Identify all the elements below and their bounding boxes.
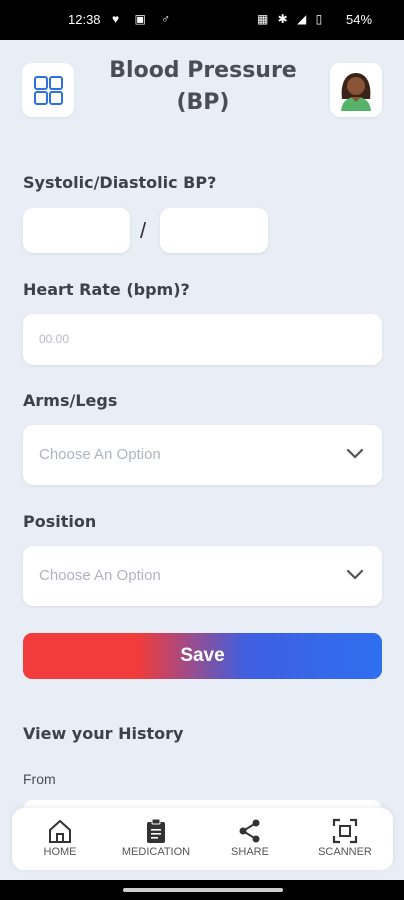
gesture-area <box>0 880 404 900</box>
page-title-line2: (BP) <box>176 90 230 115</box>
position-value: Choose An Option <box>39 567 161 584</box>
menu-button[interactable] <box>22 63 74 117</box>
heart-rate-input[interactable]: 00.00 <box>23 314 382 365</box>
arms-legs-select[interactable]: Choose An Option <box>23 425 382 485</box>
bp-separator: / <box>140 218 147 243</box>
clipboard-icon <box>147 818 165 843</box>
notification-icons: ♥ ▣ ♂ <box>112 12 177 26</box>
page-title-line1: Blood Pressure <box>109 58 297 83</box>
nav-medication-label: MEDICATION <box>121 846 191 858</box>
status-bar: 12:38 ♥ ▣ ♂ ▦ ✱ ◢ ▯ 54% <box>0 0 404 40</box>
from-label: From <box>23 771 56 787</box>
heart-rate-label: Heart Rate (bpm)? <box>23 280 190 299</box>
history-title: View your History <box>23 724 184 743</box>
nav-scanner-label: SCANNER <box>318 846 372 858</box>
nav-home-label: HOME <box>43 846 77 858</box>
scanner-icon <box>332 818 358 844</box>
nav-share-label: SHARE <box>231 846 269 858</box>
chevron-down-icon <box>346 448 364 459</box>
nav-medication[interactable]: MEDICATION <box>111 818 201 858</box>
nav-scanner[interactable]: SCANNER <box>300 818 390 858</box>
status-time: 12:38 <box>68 12 101 27</box>
save-button[interactable]: Save <box>23 633 382 679</box>
systolic-input[interactable] <box>23 208 130 253</box>
page-title: Blood Pressure (BP) <box>90 55 316 119</box>
nav-home[interactable]: HOME <box>15 818 105 858</box>
heart-rate-placeholder: 00.00 <box>39 332 70 346</box>
arms-legs-value: Choose An Option <box>39 446 161 463</box>
profile-button[interactable] <box>330 63 382 117</box>
bottom-nav: HOME MEDICATION SHARE SCANNER <box>12 808 393 870</box>
share-icon <box>239 819 260 843</box>
diastolic-input[interactable] <box>160 208 268 253</box>
chevron-down-icon <box>346 569 364 580</box>
home-gesture-bar[interactable] <box>123 888 283 892</box>
grid-icon <box>34 76 64 106</box>
nav-share[interactable]: SHARE <box>205 818 295 858</box>
home-icon <box>49 819 71 843</box>
system-icons: ▦ ✱ ◢ ▯ <box>257 12 326 26</box>
avatar <box>341 73 371 111</box>
app-header: Blood Pressure (BP) <box>0 40 404 140</box>
bp-label: Systolic/Diastolic BP? <box>23 173 217 192</box>
battery-level: 54% <box>346 12 373 27</box>
arms-legs-label: Arms/Legs <box>23 391 118 410</box>
position-label: Position <box>23 512 97 531</box>
position-select[interactable]: Choose An Option <box>23 546 382 606</box>
